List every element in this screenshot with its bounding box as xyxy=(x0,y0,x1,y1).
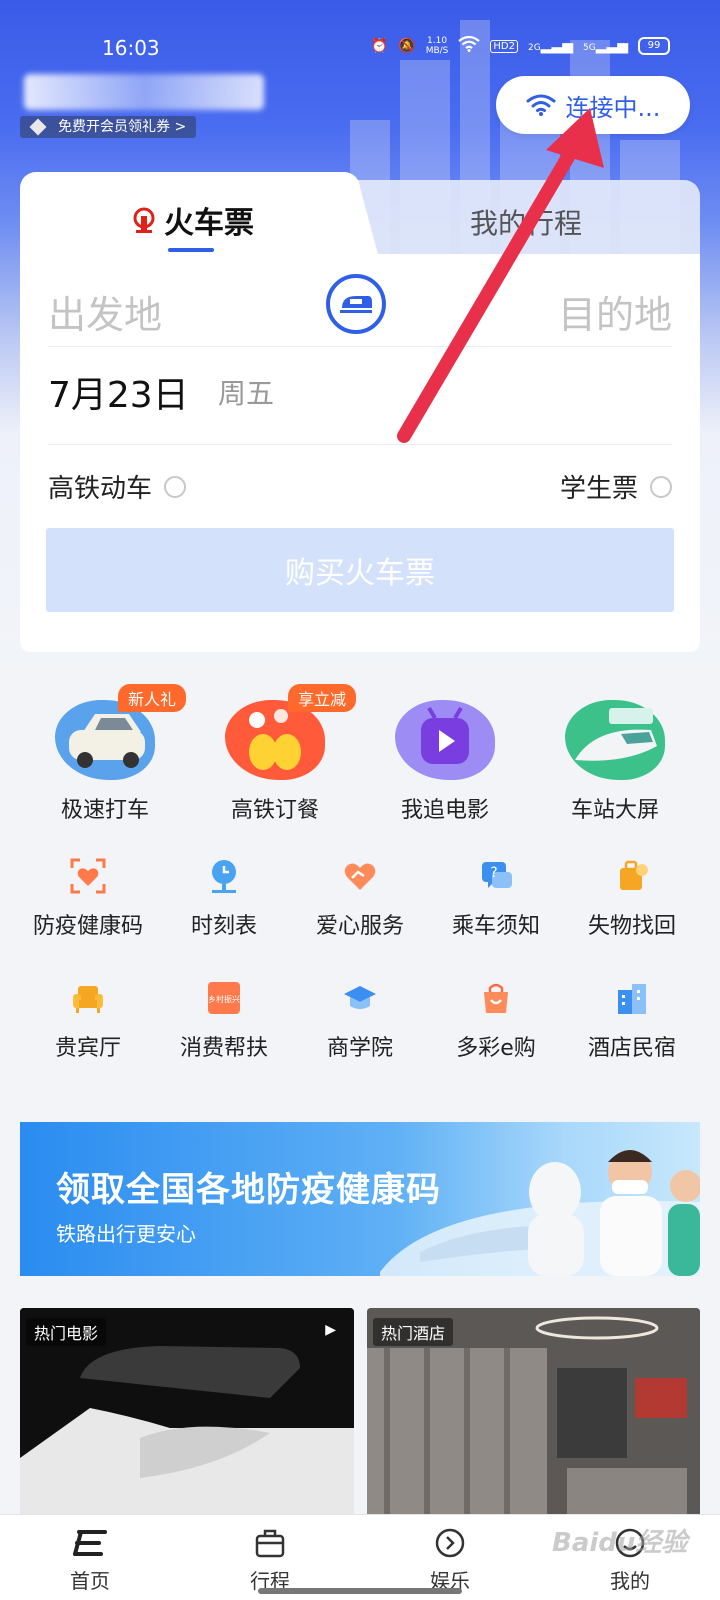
tab-home[interactable]: 首页 xyxy=(0,1515,180,1600)
briefcase-icon xyxy=(252,1525,288,1561)
service-notice[interactable]: ? 乘车须知 xyxy=(428,856,564,940)
hd-icon: HD2 xyxy=(490,39,518,53)
divider xyxy=(48,346,672,347)
student-ticket-option[interactable]: 学生票 xyxy=(560,468,672,505)
hot-hotel-card[interactable]: 热门酒店 xyxy=(367,1308,700,1518)
blurred-username xyxy=(24,74,264,110)
high-speed-radio[interactable] xyxy=(164,475,187,498)
car-icon xyxy=(55,700,155,780)
health-code-banner[interactable]: 领取全国各地防疫健康码 铁路出行更安心 xyxy=(20,1122,700,1276)
service-grid-row-2: 贵宾厅 乡村振兴 消费帮扶 商学院 多彩e购 酒店民宿 xyxy=(20,978,700,1062)
banner-title: 领取全国各地防疫健康码 xyxy=(56,1170,441,1210)
service-movie[interactable]: 我追电影 xyxy=(360,700,530,830)
featured-services: 新人礼 极速打车 享立减 高铁订餐 我追电影 车站大屏 xyxy=(20,684,700,830)
signal-2g-icon: 2G▂▃▅ xyxy=(527,38,573,54)
diamond-icon xyxy=(29,118,47,136)
shopping-bag-icon xyxy=(476,978,516,1018)
service-timetable[interactable]: 时刻表 xyxy=(156,856,292,940)
banner-subtitle: 铁路出行更安心 xyxy=(56,1222,196,1246)
service-love[interactable]: 爱心服务 xyxy=(292,856,428,940)
play-circle-icon xyxy=(432,1525,468,1561)
meal-icon xyxy=(225,700,325,780)
health-code-icon xyxy=(68,856,108,896)
service-label: 极速打车 xyxy=(60,798,149,823)
high-speed-option[interactable]: 高铁动车 xyxy=(48,468,187,505)
service-label: 高铁订餐 xyxy=(230,798,319,823)
network-speed: 1.10 MB/S xyxy=(425,36,449,56)
recommend-cards: 热门电影 ▶ 热门酒店 xyxy=(20,1308,700,1518)
service-health-code[interactable]: 防疫健康码 xyxy=(20,856,156,940)
tv-play-icon xyxy=(395,700,495,780)
high-speed-train-icon xyxy=(565,700,665,780)
service-taxi[interactable]: 新人礼 极速打车 xyxy=(20,684,190,830)
service-consumer-aid[interactable]: 乡村振兴 消费帮扶 xyxy=(156,978,292,1062)
village-icon: 乡村振兴 xyxy=(204,978,244,1018)
question-chat-icon: ? xyxy=(476,856,516,896)
play-icon[interactable]: ▶ xyxy=(325,1322,336,1338)
service-station-screen[interactable]: 车站大屏 xyxy=(530,700,700,830)
home-icon xyxy=(72,1525,108,1561)
ticket-form: 出发地 目的地 7月23日 周五 高铁动车 学生票 购买火车票 xyxy=(20,254,700,652)
departure-weekday: 周五 xyxy=(218,377,275,410)
hot-hotel-tag: 热门酒店 xyxy=(373,1318,454,1346)
status-bar: 16:03 ⏰ 🔕 1.10 MB/S HD2 2G▂▃▅ 5G▂▃▅ 99 xyxy=(0,30,720,70)
building-icon xyxy=(612,978,652,1018)
service-vip-lounge[interactable]: 贵宾厅 xyxy=(20,978,156,1062)
departure-field[interactable]: 出发地 xyxy=(48,284,162,339)
swap-stations-button[interactable] xyxy=(326,274,386,334)
wifi-label: 连接中... xyxy=(565,93,661,122)
home-indicator xyxy=(258,1588,462,1594)
wifi-status-icon xyxy=(458,35,481,56)
signal-5g-icon: 5G▂▃▅ xyxy=(582,38,628,54)
svg-text:?: ? xyxy=(490,865,497,881)
divider xyxy=(48,444,672,445)
timetable-icon xyxy=(204,856,244,896)
hot-movie-tag: 热门电影 xyxy=(26,1318,107,1346)
ticket-booking-card: 火车票 我的行程 出发地 目的地 7月23日 周五 高铁动车 学生票 购买火车票 xyxy=(20,172,700,652)
mute-icon: 🔕 xyxy=(398,38,416,54)
service-colorful-shop[interactable]: 多彩e购 xyxy=(428,978,564,1062)
hot-movie-card[interactable]: 热门电影 ▶ xyxy=(20,1308,354,1518)
service-lost-found[interactable]: 失物找回 xyxy=(564,856,700,940)
member-promo-tag[interactable]: 免费开会员领礼券 > xyxy=(20,116,197,138)
badge-new-user: 新人礼 xyxy=(117,684,186,712)
buy-ticket-button[interactable]: 购买火车票 xyxy=(46,528,674,612)
train-swap-icon xyxy=(340,296,372,313)
heart-hand-icon xyxy=(340,856,380,896)
svg-text:乡村振兴: 乡村振兴 xyxy=(208,994,240,1004)
status-icons: ⏰ 🔕 1.10 MB/S HD2 2G▂▃▅ 5G▂▃▅ 99 xyxy=(370,35,670,56)
service-label: 我追电影 xyxy=(400,798,489,823)
departure-date[interactable]: 7月23日 xyxy=(48,366,189,418)
sofa-icon xyxy=(68,978,108,1018)
alarm-icon: ⏰ xyxy=(370,38,389,54)
badge-discount: 享立减 xyxy=(287,684,356,712)
service-label: 车站大屏 xyxy=(570,798,659,823)
tab-train-ticket-label: 火车票 xyxy=(130,198,254,242)
service-grid-row-1: 防疫健康码 时刻表 爱心服务 ? 乘车须知 失物找回 xyxy=(20,856,700,940)
destination-field[interactable]: 目的地 xyxy=(558,284,672,339)
wifi-icon xyxy=(526,94,556,116)
graduation-cap-icon xyxy=(340,978,380,1018)
active-tab-indicator xyxy=(168,248,214,252)
student-ticket-radio[interactable] xyxy=(650,475,672,498)
luggage-icon xyxy=(612,856,652,896)
service-hotel[interactable]: 酒店民宿 xyxy=(564,978,700,1062)
battery-icon: 99 xyxy=(638,37,670,55)
service-meal[interactable]: 享立减 高铁订餐 xyxy=(190,684,360,830)
status-time: 16:03 xyxy=(102,36,160,60)
railway-logo-icon xyxy=(133,207,155,233)
service-business-school[interactable]: 商学院 xyxy=(292,978,428,1062)
watermark-logo: Baidu经验 xyxy=(552,1528,688,1558)
wifi-connect-button[interactable]: 连接中... xyxy=(496,76,690,134)
tab-my-trips-label: 我的行程 xyxy=(470,207,583,240)
